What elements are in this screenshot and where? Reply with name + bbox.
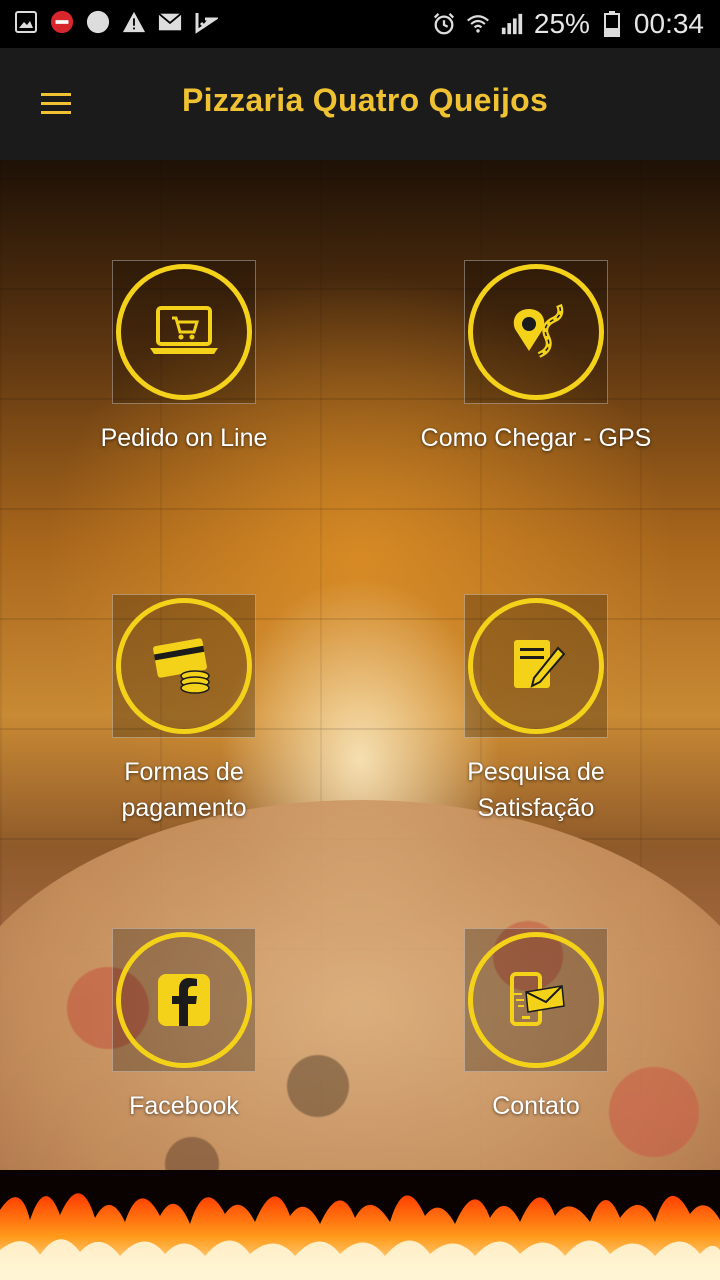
battery-icon <box>600 11 624 37</box>
menu-tile-label: Pedido on Line <box>100 424 268 452</box>
battery-percentage: 25% <box>533 8 590 39</box>
laptop-cart-icon <box>116 264 252 400</box>
app-title: Pizzaria Quatro Queijos <box>182 82 549 118</box>
signal-icon <box>500 12 524 36</box>
hamburger-menu-icon[interactable] <box>30 82 82 126</box>
clipboard-pen-icon <box>468 598 604 734</box>
check-icon <box>194 10 218 34</box>
menu-tile-pedido-online[interactable]: Pedido on Line <box>34 260 334 456</box>
map-pin-road-icon <box>468 264 604 400</box>
mail-icon <box>158 10 182 34</box>
app-toolbar: Pizzaria Quatro Queijos <box>0 48 720 160</box>
menu-tile-como-chegar[interactable]: Como Chegar - GPS <box>386 260 686 456</box>
menu-tile-label: Pesquisa de Satisfação <box>467 758 605 822</box>
menu-tile-facebook[interactable]: Facebook <box>34 928 334 1124</box>
image-icon <box>14 10 38 34</box>
status-bar: 25% 00:34 <box>0 0 720 48</box>
flames-decoration <box>0 1170 720 1280</box>
menu-tile-label: Contato <box>492 1092 580 1120</box>
circle-icon <box>86 10 110 34</box>
main-menu-area: Pedido on Line Como Chegar - GPS Formas … <box>0 160 720 1170</box>
clock: 00:34 <box>633 8 704 39</box>
menu-tile-contato[interactable]: Contato <box>386 928 686 1124</box>
menu-tile-pesquisa-satisfacao[interactable]: Pesquisa de Satisfação <box>386 594 686 826</box>
warning-icon <box>122 10 146 34</box>
menu-tile-formas-pagamento[interactable]: Formas de pagamento <box>34 594 334 826</box>
alarm-icon <box>432 12 456 36</box>
credit-card-coins-icon <box>116 598 252 734</box>
facebook-icon <box>116 932 252 1068</box>
do-not-disturb-icon <box>50 10 74 34</box>
menu-tile-label: Como Chegar - GPS <box>420 424 652 452</box>
menu-tile-label: Facebook <box>129 1092 239 1120</box>
wifi-icon <box>466 12 490 36</box>
menu-tile-label: Formas de pagamento <box>121 758 247 822</box>
phone-envelope-icon <box>468 932 604 1068</box>
